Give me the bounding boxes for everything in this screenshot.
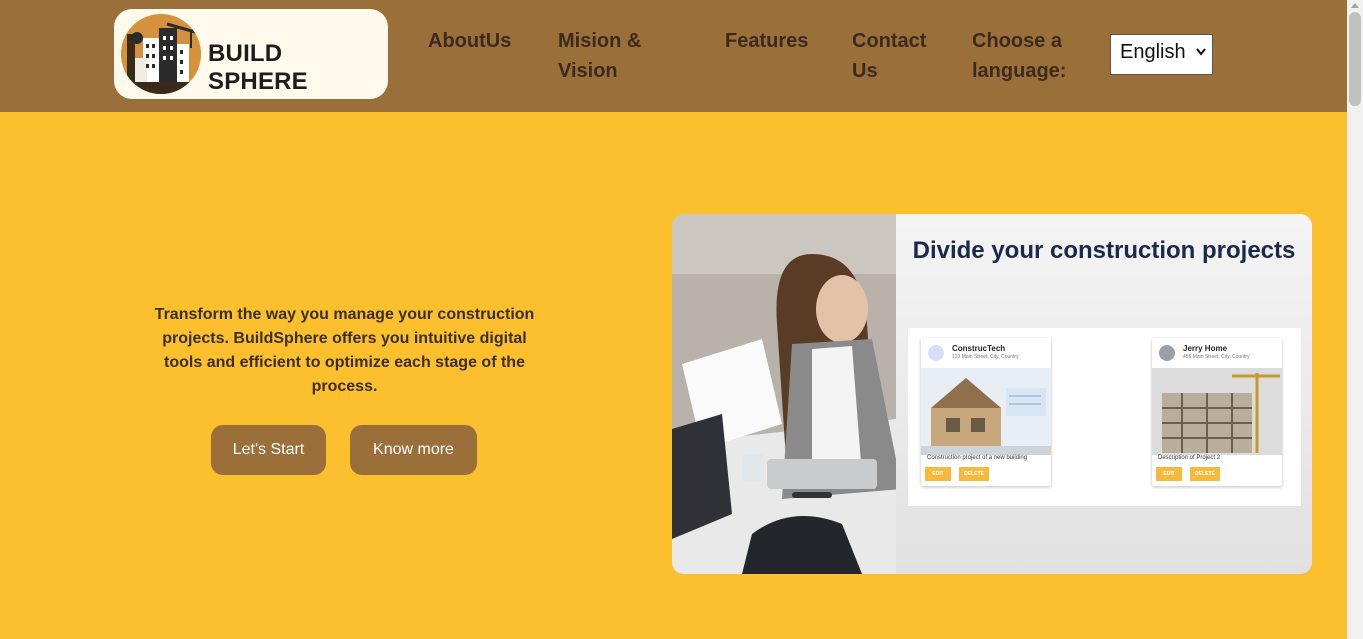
language-label: Choose a language:	[972, 30, 1067, 82]
nav-link-about-us[interactable]: AboutUs	[428, 26, 511, 56]
project-description: Description of Project 2	[1158, 455, 1221, 461]
project-card: Jerry Home 456 Main Street, City, Countr…	[1152, 338, 1282, 486]
projects-mockup: ConstrucTech 123 Main Street, City, Coun…	[908, 328, 1301, 506]
know-more-button[interactable]: Know more	[350, 425, 477, 475]
project-image	[1152, 368, 1282, 455]
project-name: Jerry Home	[1183, 344, 1228, 353]
building-logo-icon	[121, 14, 201, 94]
hero-description: Transform the way you manage your constr…	[154, 306, 535, 395]
promo-panel: Divide your construction projects Constr…	[896, 214, 1312, 574]
language-select-value: English	[1120, 41, 1186, 63]
project-address: 456 Main Street, City, Country	[1183, 354, 1250, 360]
lets-start-button[interactable]: Let's Start	[211, 425, 326, 475]
language-select[interactable]: English	[1110, 34, 1213, 75]
chevron-down-icon	[1196, 44, 1206, 59]
project-description: Construction project of a new building	[927, 455, 1028, 461]
navbar: BUILD SPHERE AboutUs Mision & Vision Fea…	[0, 0, 1347, 112]
avatar	[1159, 345, 1175, 361]
delete-button[interactable]: DELETE	[1190, 467, 1220, 481]
nav-link-contact-us[interactable]: Contact Us	[852, 26, 926, 86]
project-address: 123 Main Street, City, Country	[952, 354, 1019, 360]
promo-title: Divide your construction projects	[912, 237, 1296, 264]
delete-button[interactable]: DELETE	[959, 467, 989, 481]
avatar	[928, 345, 944, 361]
nav-link-features[interactable]: Features	[725, 26, 808, 56]
scrollbar-thumb[interactable]	[1349, 12, 1361, 106]
showcase-card: Divide your construction projects Constr…	[672, 214, 1312, 574]
brand-name: BUILD SPHERE	[208, 40, 308, 95]
edit-button[interactable]: EDIT	[1156, 467, 1182, 481]
project-image	[921, 368, 1051, 455]
nav-link-mission-vision[interactable]: Mision & Vision	[558, 26, 641, 86]
brand-logo[interactable]: BUILD SPHERE	[114, 9, 388, 99]
project-name: ConstrucTech	[952, 344, 1006, 353]
scroll-up-arrow-icon[interactable]	[1351, 3, 1359, 8]
meeting-photo	[672, 214, 896, 574]
edit-button[interactable]: EDIT	[925, 467, 951, 481]
project-card: ConstrucTech 123 Main Street, City, Coun…	[921, 338, 1051, 486]
